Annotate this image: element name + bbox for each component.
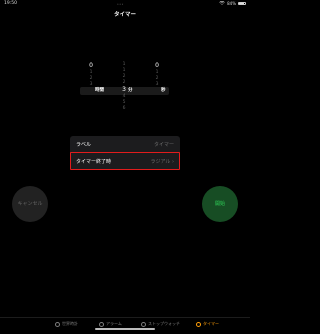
seconds-unit-label: 秒 (161, 88, 166, 93)
status-time: 19:50 (4, 1, 17, 6)
tab-alarm-label: アラーム (106, 321, 122, 326)
label-row-title: ラベル (76, 142, 92, 148)
tab-world-clock-label: 世界時計 (62, 321, 78, 326)
seconds-selected[interactable]: 0 (150, 62, 164, 70)
tab-bar: 世界時計 アラーム ストップウォッチ タイマー (0, 317, 250, 334)
tab-timer[interactable]: タイマー (196, 321, 219, 327)
status-right: 84% (219, 1, 246, 6)
seconds-wheel[interactable]: 0 1 2 3 (150, 62, 164, 88)
battery-icon (238, 1, 246, 6)
tab-world-clock[interactable]: 世界時計 (55, 321, 78, 327)
page-title: タイマー (113, 12, 136, 18)
minutes-unit-label: 分 (128, 88, 133, 93)
hours-selected[interactable]: 0 (84, 62, 98, 70)
wifi-icon (219, 1, 225, 6)
timer-icon (196, 321, 201, 327)
tab-stopwatch-label: ストップウォッチ (148, 321, 180, 326)
minutes-option[interactable]: 6 (117, 106, 131, 112)
label-row-value[interactable]: タイマー (154, 141, 174, 148)
cancel-button[interactable]: キャンセル (12, 186, 48, 222)
start-button[interactable]: 開始 (202, 186, 238, 222)
battery-percent: 84% (227, 1, 236, 6)
label-row[interactable]: ラベル タイマー (70, 136, 180, 153)
stopwatch-icon (141, 321, 146, 327)
globe-icon (55, 321, 60, 327)
hours-unit-label: 時間 (95, 88, 104, 93)
alarm-clock-icon (99, 321, 104, 327)
home-indicator[interactable] (95, 328, 155, 330)
hours-wheel[interactable]: 0 1 2 3 (84, 62, 98, 88)
tab-alarm[interactable]: アラーム (99, 321, 122, 327)
highlight-box (70, 152, 180, 170)
multitasking-dots-icon[interactable]: ••• (117, 2, 124, 6)
tab-timer-label: タイマー (203, 321, 219, 326)
timer-picker[interactable]: 0 1 2 3 時間 1 1 2 2 3 4 5 6 分 0 1 2 3 秒 (0, 62, 250, 112)
status-bar: 19:50 ••• 84% (0, 0, 250, 8)
tab-stopwatch[interactable]: ストップウォッチ (141, 321, 180, 327)
